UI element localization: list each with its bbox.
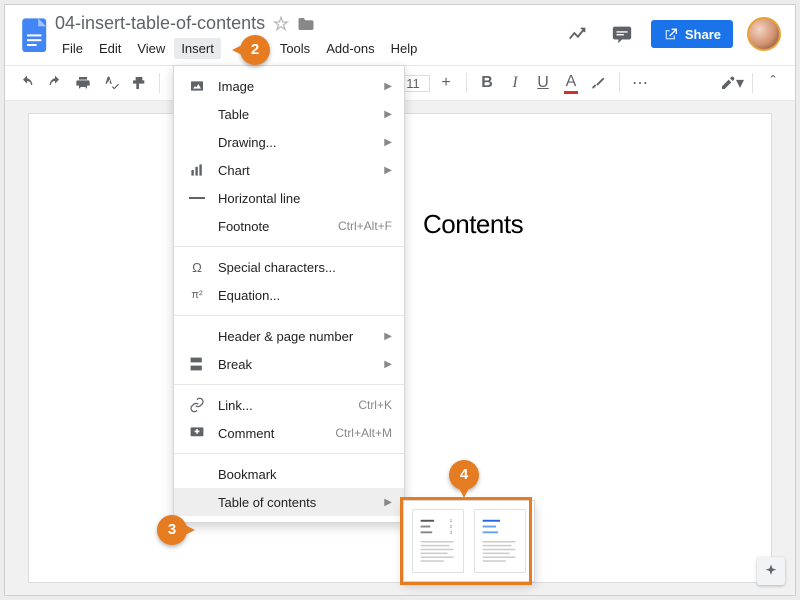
menu-insert[interactable]: Insert	[174, 38, 221, 59]
chart-icon	[188, 161, 206, 179]
callout-3: 3	[157, 515, 187, 545]
chevron-right-icon: ▶	[384, 359, 392, 370]
callout-4: 4	[449, 460, 479, 490]
bold-icon[interactable]: B	[475, 71, 499, 95]
break-icon	[188, 355, 206, 373]
insert-toc-item[interactable]: Table of contents▶	[174, 488, 404, 516]
comments-header-icon[interactable]	[607, 19, 637, 49]
trend-icon[interactable]	[563, 19, 593, 49]
insert-bookmark-item[interactable]: Bookmark	[174, 460, 404, 488]
menu-tools[interactable]: Tools	[273, 38, 317, 59]
insert-drawing-item[interactable]: Drawing...▶	[174, 128, 404, 156]
page-title: Contents	[423, 209, 523, 240]
insert-table-item[interactable]: Table▶	[174, 100, 404, 128]
chevron-right-icon: ▶	[384, 137, 392, 148]
underline-icon[interactable]: U	[531, 71, 555, 95]
chevron-right-icon: ▶	[384, 165, 392, 176]
menu-file[interactable]: File	[55, 38, 90, 59]
svg-text:2: 2	[450, 524, 453, 530]
chevron-right-icon: ▶	[384, 331, 392, 342]
chevron-up-icon[interactable]: ˆ	[761, 71, 785, 95]
spellcheck-icon[interactable]	[99, 71, 123, 95]
image-icon	[188, 77, 206, 95]
format-paint-icon[interactable]	[127, 71, 151, 95]
hline-icon	[188, 189, 206, 207]
chevron-right-icon: ▶	[384, 497, 392, 508]
insert-header-item[interactable]: Header & page number▶	[174, 322, 404, 350]
text-color-icon[interactable]: A	[559, 71, 583, 95]
chevron-right-icon: ▶	[384, 109, 392, 120]
insert-hline-item[interactable]: Horizontal line	[174, 184, 404, 212]
undo-icon[interactable]	[15, 71, 39, 95]
svg-text:3: 3	[450, 530, 453, 536]
highlight-icon[interactable]	[587, 71, 611, 95]
insert-footnote-item[interactable]: Footnote Ctrl+Alt+F	[174, 212, 404, 240]
link-icon	[188, 396, 206, 414]
move-folder-icon[interactable]	[297, 16, 315, 32]
menu-bar: File Edit View Insert Tools Add-ons Help	[55, 38, 563, 59]
toc-option-links[interactable]	[474, 509, 526, 573]
insert-chart-item[interactable]: Chart▶	[174, 156, 404, 184]
toc-submenu: 1 2 3	[403, 500, 535, 582]
italic-icon[interactable]: I	[503, 71, 527, 95]
insert-dropdown: Image▶ Table▶ Drawing...▶ Chart▶ Horizon…	[173, 65, 405, 523]
chevron-right-icon: ▶	[384, 81, 392, 92]
more-icon[interactable]: ⋯	[628, 71, 652, 95]
omega-icon: Ω	[188, 258, 206, 276]
insert-break-item[interactable]: Break▶	[174, 350, 404, 378]
share-label: Share	[685, 27, 721, 42]
redo-icon[interactable]	[43, 71, 67, 95]
docs-logo-icon[interactable]	[15, 11, 55, 61]
menu-help[interactable]: Help	[384, 38, 425, 59]
menu-edit[interactable]: Edit	[92, 38, 128, 59]
doc-title[interactable]: 04-insert-table-of-contents	[55, 13, 265, 34]
insert-link-item[interactable]: Link... Ctrl+K	[174, 391, 404, 419]
menu-addons[interactable]: Add-ons	[319, 38, 381, 59]
explore-button[interactable]	[757, 557, 785, 585]
menu-view[interactable]: View	[130, 38, 172, 59]
editing-mode-icon[interactable]: ▾	[720, 71, 744, 95]
insert-special-item[interactable]: ΩSpecial characters...	[174, 253, 404, 281]
star-icon[interactable]	[273, 16, 289, 32]
pi-icon: π²	[188, 286, 206, 304]
font-size-inc[interactable]: +	[434, 71, 458, 95]
share-button[interactable]: Share	[651, 20, 733, 48]
toc-option-plain[interactable]: 1 2 3	[412, 509, 464, 573]
comment-plus-icon	[188, 424, 206, 442]
print-icon[interactable]	[71, 71, 95, 95]
insert-equation-item[interactable]: π²Equation...	[174, 281, 404, 309]
insert-image-item[interactable]: Image▶	[174, 72, 404, 100]
insert-comment-item[interactable]: Comment Ctrl+Alt+M	[174, 419, 404, 447]
svg-text:1: 1	[450, 518, 453, 524]
avatar[interactable]	[747, 17, 781, 51]
callout-2: 2	[240, 35, 270, 65]
